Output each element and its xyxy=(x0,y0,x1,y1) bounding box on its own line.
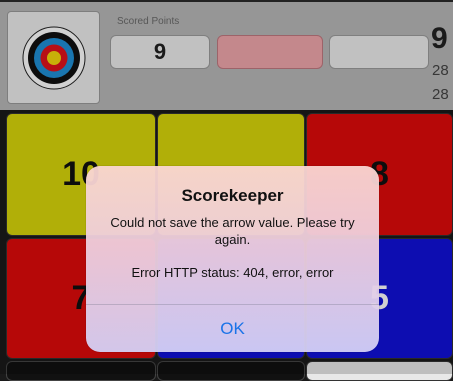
alert-message: Could not save the arrow value. Please t… xyxy=(110,215,355,247)
alert-error-detail: Error HTTP status: 404, error, error xyxy=(131,265,334,280)
error-alert-dialog: Scorekeeper Could not save the arrow val… xyxy=(86,166,379,352)
ok-button[interactable]: OK xyxy=(86,305,379,352)
alert-title: Scorekeeper xyxy=(181,186,284,205)
